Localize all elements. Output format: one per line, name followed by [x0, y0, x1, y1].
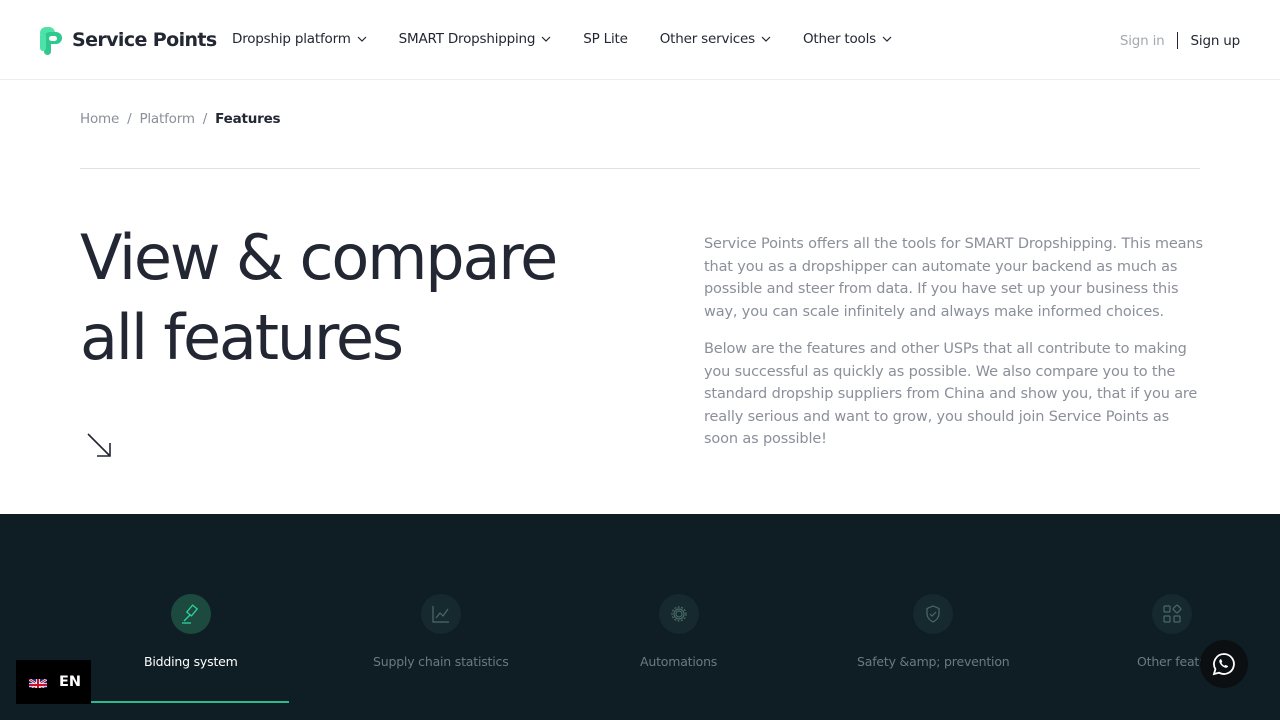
- sign-in-link[interactable]: Sign in: [1120, 33, 1177, 49]
- tab-label: Bidding system: [144, 654, 238, 669]
- tab-other-features[interactable]: Other featu: [1137, 594, 1207, 669]
- chevron-down-icon: [357, 36, 367, 42]
- page-title-line1: View & compare: [80, 221, 558, 294]
- tab-label: Automations: [640, 654, 718, 669]
- whatsapp-button[interactable]: [1200, 640, 1248, 688]
- line-chart-icon: [420, 594, 461, 634]
- chevron-down-icon: [882, 36, 892, 42]
- nav-item-label: SP Lite: [583, 31, 628, 47]
- breadcrumb-separator: /: [127, 111, 132, 127]
- nav-item-other-tools[interactable]: Other tools: [803, 28, 892, 50]
- hero-description: Service Points offers all the tools for …: [704, 233, 1204, 466]
- nav-item-label: SMART Dropshipping: [398, 31, 536, 47]
- tab-label: Other featu: [1137, 654, 1207, 669]
- breadcrumb: Home / Platform / Features: [80, 111, 281, 127]
- language-code: EN: [59, 674, 82, 690]
- tab-safety-prevention[interactable]: Safety &amp; prevention: [857, 594, 1010, 669]
- chevron-down-icon: [541, 36, 551, 42]
- hero-paragraph: Service Points offers all the tools for …: [704, 236, 1203, 320]
- hero-paragraph: Below are the features and other USPs th…: [704, 341, 1198, 447]
- arrow-down-right-icon[interactable]: [86, 432, 113, 459]
- whatsapp-icon: [1212, 653, 1235, 676]
- nav-item-label: Other tools: [802, 31, 876, 47]
- language-switcher[interactable]: EN: [16, 660, 91, 704]
- nav-item-smart-dropshipping[interactable]: SMART Dropshipping: [399, 28, 552, 50]
- breadcrumb-current: Features: [215, 111, 281, 127]
- nav-item-other-services[interactable]: Other services: [660, 28, 771, 50]
- breadcrumb-home[interactable]: Home: [80, 111, 119, 127]
- site-header: Service Points Dropship platform SMART D…: [0, 0, 1280, 80]
- logo-text: Service Points: [72, 29, 217, 51]
- nav-item-sp-lite[interactable]: SP Lite: [583, 28, 628, 50]
- uk-flag-icon: [29, 676, 47, 688]
- tab-bidding-system[interactable]: Bidding system: [144, 594, 238, 669]
- nav-item-label: Other services: [659, 31, 755, 47]
- shield-check-icon: [913, 594, 954, 634]
- logo-icon: [40, 25, 66, 55]
- active-tab-indicator: [80, 701, 289, 703]
- chevron-down-icon: [761, 36, 771, 42]
- logo[interactable]: Service Points: [40, 24, 217, 56]
- page-title: View & compare all features: [80, 218, 640, 378]
- sign-up-link[interactable]: Sign up: [1191, 33, 1241, 49]
- breadcrumb-platform[interactable]: Platform: [139, 111, 195, 127]
- nav-item-label: Dropship platform: [232, 31, 351, 47]
- divider: [80, 168, 1200, 169]
- auth-links: Sign in Sign up: [1120, 32, 1240, 49]
- nav-item-dropship-platform[interactable]: Dropship platform: [232, 28, 367, 50]
- tab-supply-chain-statistics[interactable]: Supply chain statistics: [373, 594, 509, 669]
- tab-label: Safety &amp; prevention: [857, 654, 1010, 669]
- page-title-line2: all features: [80, 301, 404, 374]
- gear-icon: [658, 594, 699, 634]
- main-nav: Dropship platform SMART Dropshipping SP …: [232, 28, 892, 50]
- breadcrumb-separator: /: [202, 111, 208, 127]
- gavel-icon: [170, 594, 211, 634]
- tab-label: Supply chain statistics: [373, 654, 509, 669]
- grid-icon: [1151, 594, 1192, 634]
- tab-automations[interactable]: Automations: [640, 594, 717, 669]
- auth-divider: [1176, 32, 1178, 49]
